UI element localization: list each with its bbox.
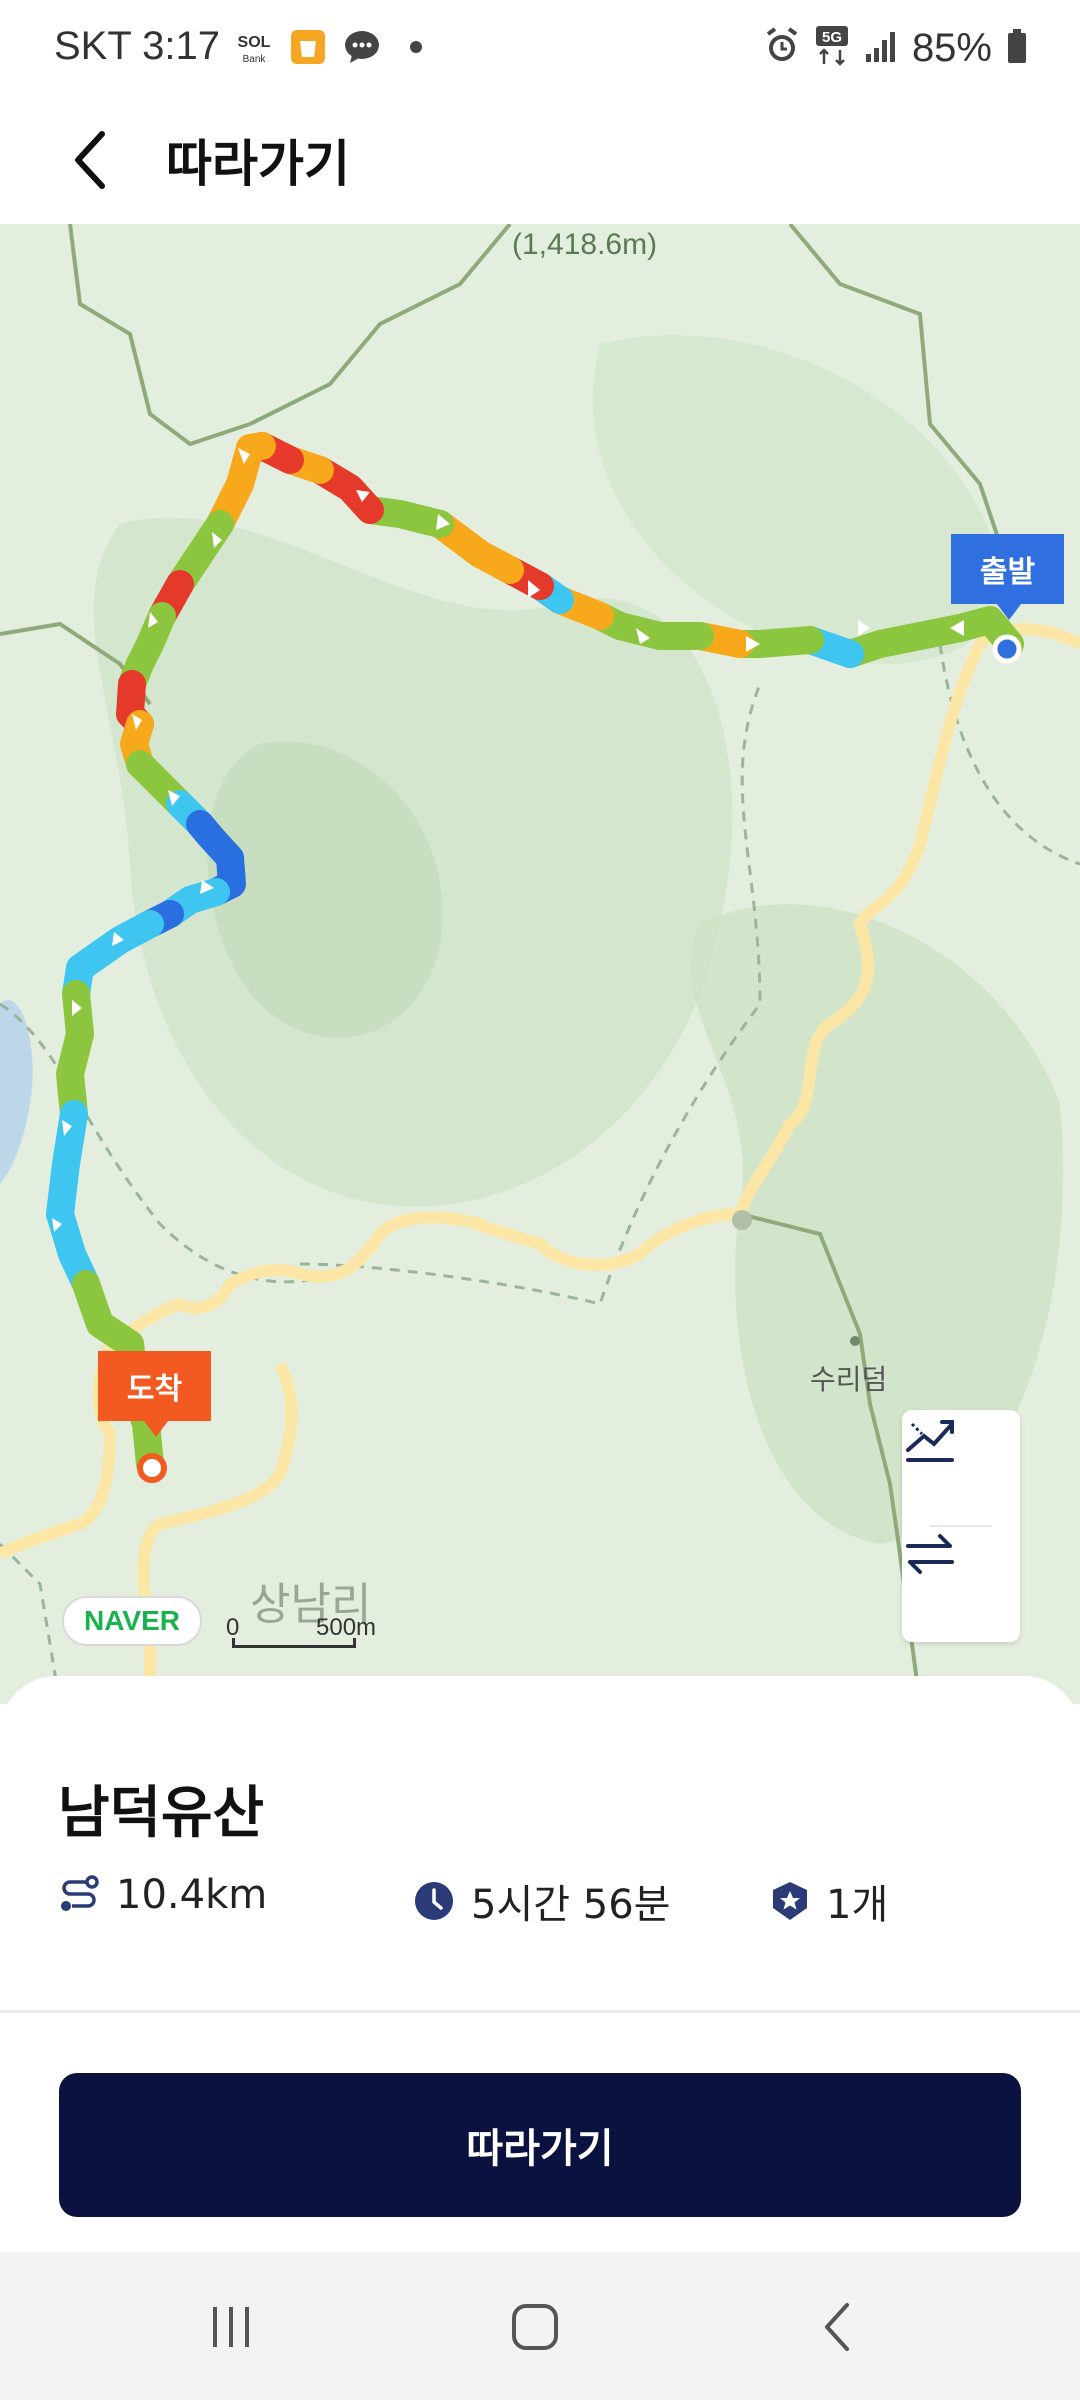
map-controls xyxy=(902,1410,1020,1642)
reverse-route-button[interactable] xyxy=(902,1526,1020,1642)
map-view[interactable]: (1,418.6m) 출발 도착 수리덤 상남리 NAVER 0 500m xyxy=(0,224,1080,1704)
badge-icon xyxy=(773,1882,807,1920)
dot-icon xyxy=(396,27,436,67)
scale-line xyxy=(232,1638,356,1648)
distance-stat: 10.4km xyxy=(58,1872,267,1918)
battery-icon xyxy=(1006,28,1028,68)
carrier-time: SKT 3:17 xyxy=(54,24,221,68)
sheet-divider xyxy=(0,2010,1080,2013)
route-icon xyxy=(61,1875,99,1911)
page-title: 따라가기 xyxy=(166,135,350,193)
recent-apps-icon xyxy=(213,2307,249,2347)
end-label: 도착 xyxy=(98,1351,211,1437)
badge-stat: 1개 xyxy=(770,1872,888,1930)
status-right: 5G 85% xyxy=(764,24,1028,72)
home-icon xyxy=(512,2304,558,2350)
system-nav-bar xyxy=(0,2252,1080,2400)
place-label: 수리덤 xyxy=(810,1363,888,1396)
app-header: 따라가기 xyxy=(0,96,1080,224)
5g-icon: 5G xyxy=(814,24,850,72)
back-icon xyxy=(825,2303,849,2351)
course-name: 남덕유산 xyxy=(58,1781,265,1846)
recent-apps-button[interactable] xyxy=(186,2282,276,2372)
reverse-route-icon xyxy=(906,1534,954,1574)
elevation-button[interactable] xyxy=(902,1410,1020,1526)
sol-bank-subtext: Bank xyxy=(243,54,267,65)
end-point xyxy=(137,1453,167,1483)
alarm-icon xyxy=(764,26,800,70)
home-button[interactable] xyxy=(490,2282,580,2372)
back-button[interactable] xyxy=(60,120,140,200)
shopping-bag-icon xyxy=(288,27,328,67)
status-left: SKT 3:17 SOL Bank xyxy=(54,24,436,69)
signal-icon xyxy=(864,28,898,68)
naver-logo: NAVER xyxy=(62,1596,202,1646)
duration-value: 5시간 56분 xyxy=(471,1882,671,1928)
5g-label: 5G xyxy=(822,29,842,46)
battery-percent: 85% xyxy=(911,25,992,70)
course-stats: 10.4km 5시간 56분 1개 xyxy=(58,1872,1038,1932)
distance-value: 10.4km xyxy=(116,1872,268,1918)
status-bar: SKT 3:17 SOL Bank 5G 85% xyxy=(0,0,1080,96)
elevation-icon xyxy=(906,1420,954,1462)
badge-value: 1개 xyxy=(826,1882,889,1928)
follow-button[interactable]: 따라가기 xyxy=(59,2073,1021,2217)
map-scale: 0 500m xyxy=(226,1614,376,1648)
sol-bank-icon: SOL Bank xyxy=(234,27,274,67)
start-point xyxy=(992,634,1022,664)
course-sheet: 남덕유산 10.4km 5시간 56분 1개 따라가기 xyxy=(0,1676,1080,2251)
nav-back-button[interactable] xyxy=(794,2282,884,2372)
chevron-left-icon xyxy=(75,131,105,189)
start-label: 출발 xyxy=(951,534,1064,620)
peak-elevation-label: (1,418.6m) xyxy=(512,228,658,261)
sol-bank-text: SOL xyxy=(238,34,271,51)
duration-stat: 5시간 56분 xyxy=(413,1872,670,1930)
chat-bubble-icon xyxy=(342,27,382,67)
clock-icon xyxy=(415,1882,453,1920)
